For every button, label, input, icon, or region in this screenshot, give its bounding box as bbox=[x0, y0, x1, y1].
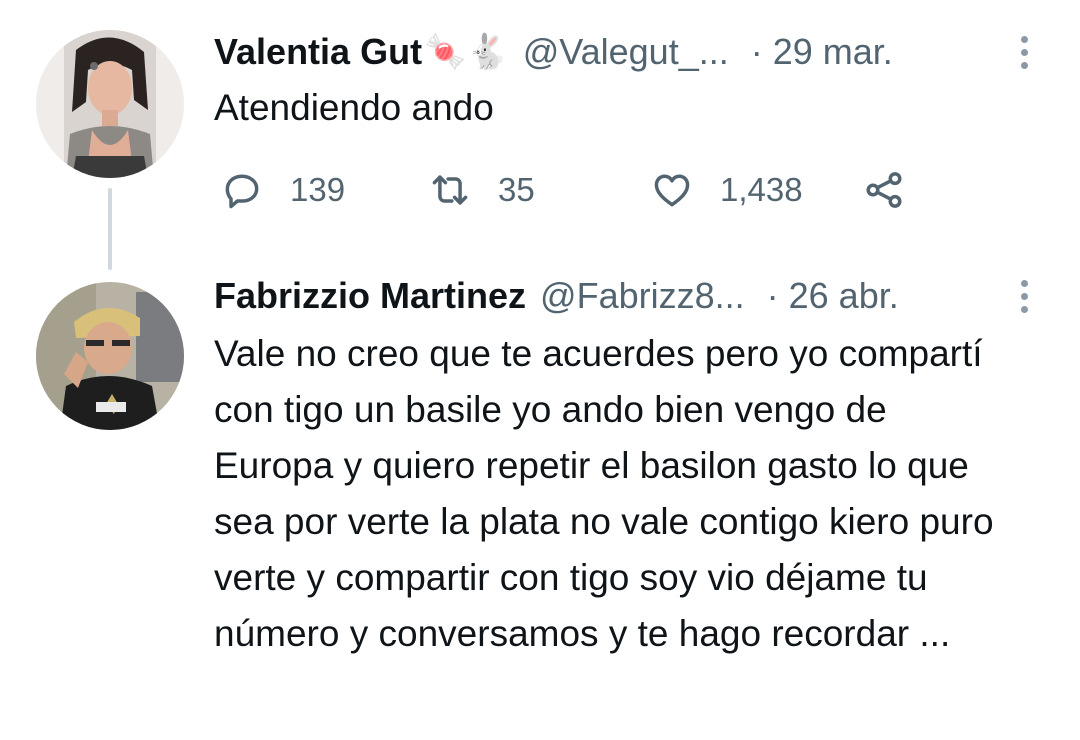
tweet-text: Vale no creo que te acuerdes pero yo com… bbox=[214, 333, 994, 654]
retweet-icon bbox=[432, 175, 468, 205]
author-handle[interactable]: @Valegut_... bbox=[523, 31, 729, 73]
retweet-count: 35 bbox=[498, 171, 535, 208]
more-vertical-icon[interactable] bbox=[1016, 270, 1032, 322]
separator: · bbox=[750, 31, 763, 72]
share-button[interactable] bbox=[862, 160, 932, 220]
avatar[interactable] bbox=[36, 282, 184, 430]
avatar[interactable] bbox=[36, 30, 184, 178]
author-name[interactable]: Valentia Gut bbox=[214, 31, 422, 73]
tweet-valentia[interactable]: Valentia Gut 🍬🐇 @Valegut_... · 29 mar. A… bbox=[0, 0, 1080, 270]
tweet-header: Fabrizzio Martinez @Fabrizz8... · 26 abr… bbox=[214, 270, 1014, 322]
tweet-date[interactable]: 29 mar. bbox=[773, 31, 893, 73]
separator: · bbox=[766, 275, 779, 316]
heart-icon bbox=[654, 174, 690, 207]
tweet-text: Atendiendo ando bbox=[214, 87, 494, 128]
author-emoji: 🍬🐇 bbox=[424, 33, 509, 71]
share-icon bbox=[866, 172, 902, 208]
tweet-header: Valentia Gut 🍬🐇 @Valegut_... · 29 mar. bbox=[214, 26, 1014, 78]
author-handle[interactable]: @Fabrizz8... bbox=[540, 275, 745, 317]
comment-icon bbox=[225, 174, 259, 209]
author-name[interactable]: Fabrizzio Martinez bbox=[214, 275, 526, 317]
tweet-fabrizzio[interactable]: Fabrizzio Martinez @Fabrizz8... · 26 abr… bbox=[0, 240, 1080, 740]
reply-button[interactable]: 139 bbox=[220, 160, 345, 220]
retweet-button[interactable]: 35 bbox=[428, 160, 535, 220]
more-vertical-icon[interactable] bbox=[1016, 26, 1032, 78]
tweet-actions: 139 35 1,438 bbox=[214, 160, 934, 220]
like-count: 1,438 bbox=[720, 171, 803, 208]
like-button[interactable]: 1,438 bbox=[650, 160, 803, 220]
reply-count: 139 bbox=[290, 171, 346, 208]
tweet-date[interactable]: 26 abr. bbox=[789, 275, 899, 317]
